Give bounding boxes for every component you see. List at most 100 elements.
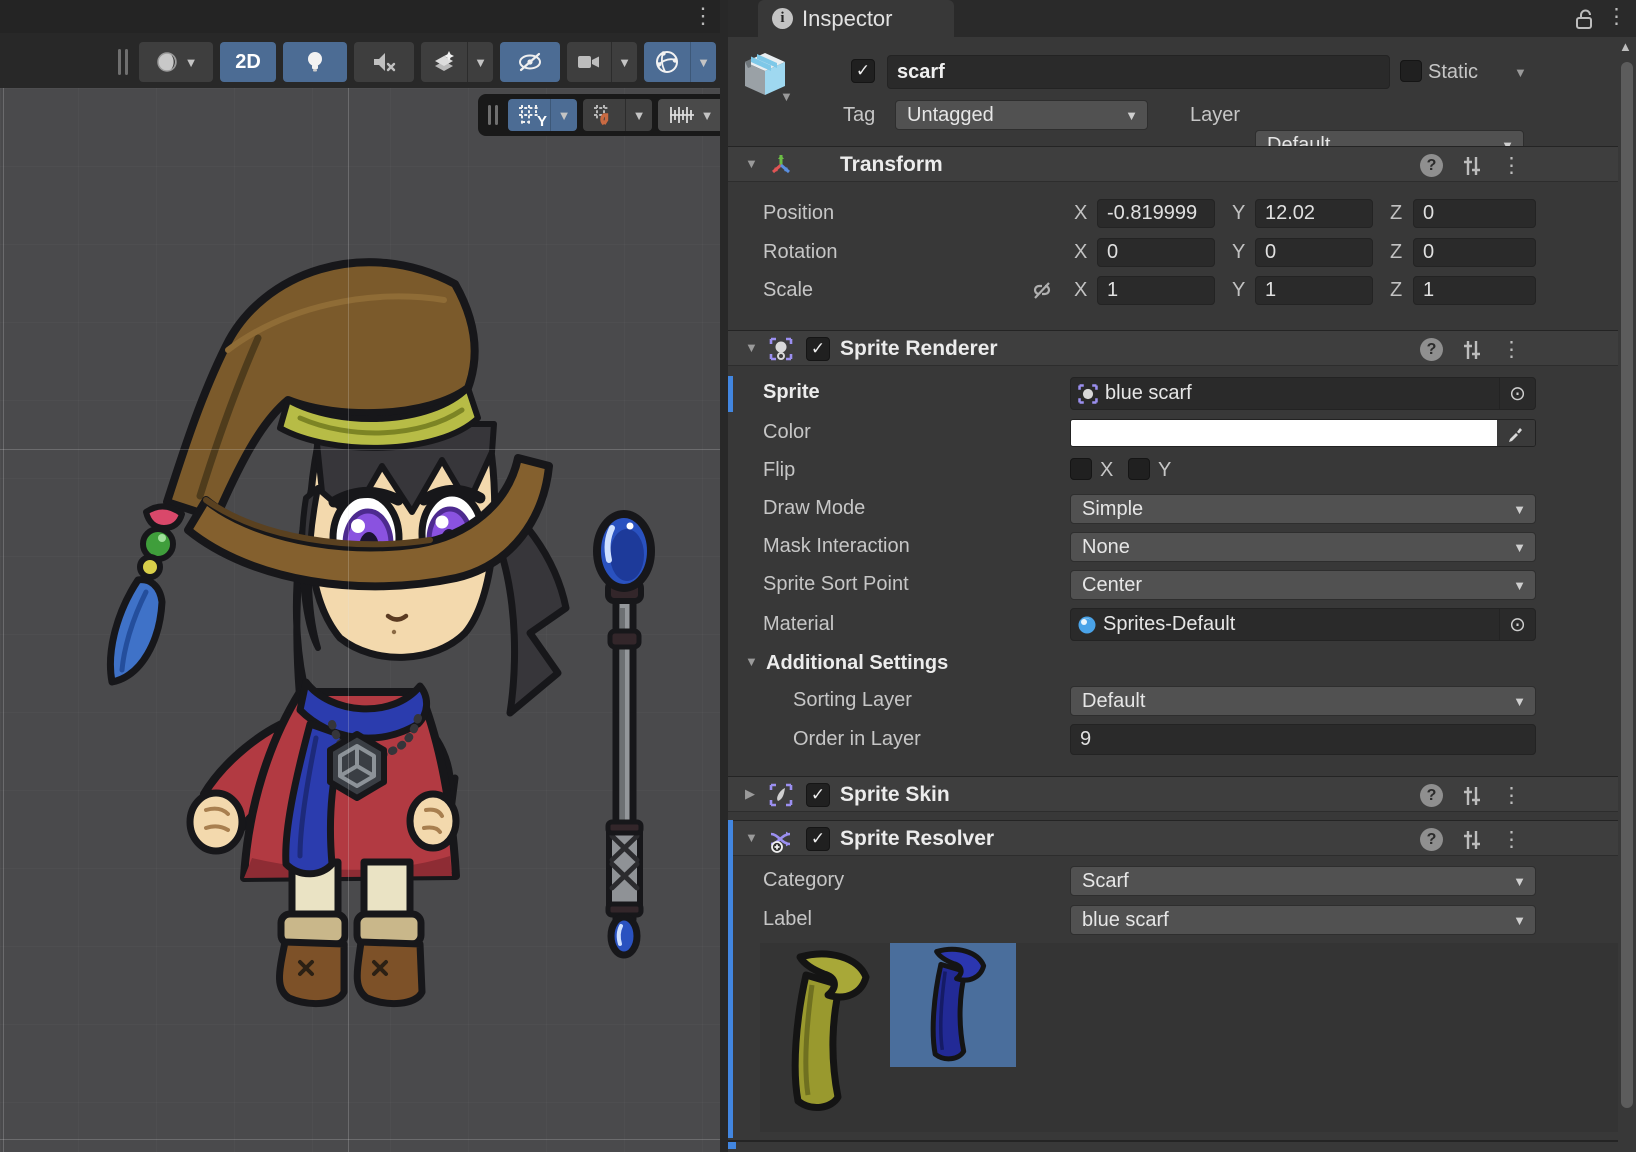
sprite-mini-icon: [1077, 383, 1099, 405]
audio-mute-button[interactable]: [354, 42, 414, 82]
toolbar-drag-handle-icon[interactable]: [488, 105, 498, 125]
snap-increment-button[interactable]: ▼: [658, 99, 720, 131]
position-y-field[interactable]: 12.02: [1255, 199, 1373, 228]
scale-y-field[interactable]: 1: [1255, 276, 1373, 305]
inspector-menu-icon[interactable]: ⋮: [1606, 4, 1627, 29]
sprite-skin-enabled-checkbox[interactable]: ✓: [806, 783, 830, 807]
material-row: Material Sprites-Default ⊙: [728, 608, 1618, 642]
help-icon[interactable]: ?: [1420, 338, 1443, 361]
order-in-layer-field[interactable]: 9: [1070, 724, 1536, 755]
shading-mode-button[interactable]: ▼: [139, 42, 213, 82]
grid-visibility-dropdown-button[interactable]: ▼: [550, 99, 577, 131]
static-dropdown-icon[interactable]: ▼: [1514, 65, 1527, 80]
effects-dropdown-button[interactable]: ▼: [467, 42, 493, 82]
flip-y-checkbox[interactable]: [1128, 458, 1150, 480]
static-checkbox[interactable]: [1400, 60, 1422, 82]
scene-effects-button[interactable]: [421, 42, 467, 82]
label-row: Label blue scarf ▼: [728, 905, 1618, 935]
scale-x-field[interactable]: 1: [1097, 276, 1215, 305]
component-menu-icon[interactable]: ⋮: [1501, 337, 1522, 362]
rotation-y-field[interactable]: 0: [1255, 238, 1373, 267]
sort-point-dropdown[interactable]: Center ▼: [1070, 570, 1536, 600]
component-menu-icon[interactable]: ⋮: [1501, 827, 1522, 852]
foldout-icon[interactable]: ▼: [745, 340, 758, 355]
scene-lighting-button[interactable]: [283, 42, 347, 82]
ruler-ticks-icon: [669, 103, 695, 127]
rotation-z-field[interactable]: 0: [1413, 238, 1536, 267]
sorting-layer-dropdown[interactable]: Default ▼: [1070, 686, 1536, 716]
scene-visibility-button[interactable]: [500, 42, 560, 82]
presets-icon[interactable]: [1461, 829, 1483, 851]
sprite-object-field[interactable]: blue scarf ⊙: [1070, 377, 1536, 410]
sprite-skin-title: Sprite Skin: [840, 783, 950, 807]
sprite-resolver-enabled-checkbox[interactable]: ✓: [806, 827, 830, 851]
presets-icon[interactable]: [1461, 339, 1483, 361]
sprite-renderer-header[interactable]: ▼ ✓ Sprite Renderer ? ⋮: [728, 330, 1618, 366]
material-object-field[interactable]: Sprites-Default ⊙: [1070, 608, 1536, 641]
sprite-resolver-header[interactable]: ▼ ✓ Sprite Resolver ? ⋮: [728, 820, 1618, 856]
sorting-layer-row: Sorting Layer Default ▼: [728, 686, 1618, 716]
position-z-field[interactable]: 0: [1413, 199, 1536, 228]
layer-label: Layer: [1190, 104, 1240, 127]
thumbnail-blue-scarf-selected[interactable]: [890, 943, 1016, 1067]
mask-interaction-dropdown[interactable]: None ▼: [1070, 532, 1536, 562]
color-swatch[interactable]: [1070, 419, 1536, 447]
sprite-renderer-enabled-checkbox[interactable]: ✓: [806, 337, 830, 361]
sprite-renderer-title: Sprite Renderer: [840, 337, 998, 361]
unlinked-scale-icon[interactable]: [1030, 279, 1054, 303]
gizmos-dropdown-button[interactable]: ▼: [690, 42, 716, 82]
foldout-icon[interactable]: ▶: [745, 786, 755, 802]
label-dropdown[interactable]: blue scarf ▼: [1070, 905, 1536, 935]
axis-z-label: Z: [1390, 202, 1402, 225]
chevron-down-icon: ▼: [185, 55, 198, 70]
grid-snapping-button[interactable]: [583, 99, 625, 131]
scene-pane-menu-icon[interactable]: ⋮: [692, 3, 714, 29]
axis-x-label: X: [1074, 241, 1087, 264]
help-icon[interactable]: ?: [1420, 154, 1443, 177]
lock-icon[interactable]: [1573, 7, 1595, 31]
scene-camera-button[interactable]: [567, 42, 611, 82]
presets-icon[interactable]: [1461, 155, 1483, 177]
additional-settings-row[interactable]: ▼ Additional Settings: [728, 650, 1618, 680]
scene-viewport[interactable]: Y ▼ ▼: [0, 88, 720, 1152]
gameobject-icon-dropdown-icon[interactable]: ▼: [780, 89, 793, 104]
grid-snapping-dropdown-button[interactable]: ▼: [625, 99, 652, 131]
prefab-override-bar: [728, 376, 733, 412]
2d-mode-button[interactable]: 2D: [220, 42, 276, 82]
rotation-x-field[interactable]: 0: [1097, 238, 1215, 267]
gameobject-active-checkbox[interactable]: ✓: [851, 59, 875, 83]
presets-icon[interactable]: [1461, 785, 1483, 807]
camera-dropdown-button[interactable]: ▼: [611, 42, 637, 82]
draw-mode-dropdown[interactable]: Simple ▼: [1070, 494, 1536, 524]
material-label: Material: [763, 613, 834, 636]
eyedropper-button[interactable]: [1497, 420, 1535, 446]
component-menu-icon[interactable]: ⋮: [1501, 783, 1522, 808]
object-picker-icon[interactable]: ⊙: [1499, 378, 1535, 409]
sprite-skin-header[interactable]: ▶ ✓ Sprite Skin ? ⋮: [728, 776, 1618, 812]
scroll-up-arrow[interactable]: ▲: [1619, 39, 1632, 54]
transform-header[interactable]: ▼ Transform ? ⋮: [728, 146, 1618, 182]
light-bulb-icon: [304, 50, 326, 74]
object-picker-icon[interactable]: ⊙: [1499, 609, 1535, 640]
camera-icon: [577, 52, 601, 72]
grid-visibility-button[interactable]: Y: [508, 99, 550, 131]
order-in-layer-row: Order in Layer 9: [728, 724, 1618, 756]
help-icon[interactable]: ?: [1420, 828, 1443, 851]
scrollbar-thumb[interactable]: [1621, 62, 1633, 1108]
position-x-field[interactable]: -0.819999: [1097, 199, 1215, 228]
gameobject-name-field[interactable]: scarf: [887, 55, 1390, 89]
toolbar-drag-handle-icon[interactable]: [118, 49, 128, 75]
component-menu-icon[interactable]: ⋮: [1501, 153, 1522, 178]
foldout-icon[interactable]: ▼: [745, 654, 758, 669]
component-gizmos-button[interactable]: [644, 42, 690, 82]
tab-inspector[interactable]: i Inspector: [758, 0, 954, 37]
category-dropdown[interactable]: Scarf ▼: [1070, 866, 1536, 896]
flip-x-checkbox[interactable]: [1070, 458, 1092, 480]
foldout-icon[interactable]: ▼: [745, 156, 758, 171]
thumbnail-green-scarf[interactable]: [768, 945, 878, 1119]
position-row: Position X -0.819999 Y 12.02 Z 0: [728, 199, 1618, 231]
scale-z-field[interactable]: 1: [1413, 276, 1536, 305]
foldout-icon[interactable]: ▼: [745, 830, 758, 845]
tag-dropdown[interactable]: Untagged ▼: [895, 100, 1148, 130]
help-icon[interactable]: ?: [1420, 784, 1443, 807]
